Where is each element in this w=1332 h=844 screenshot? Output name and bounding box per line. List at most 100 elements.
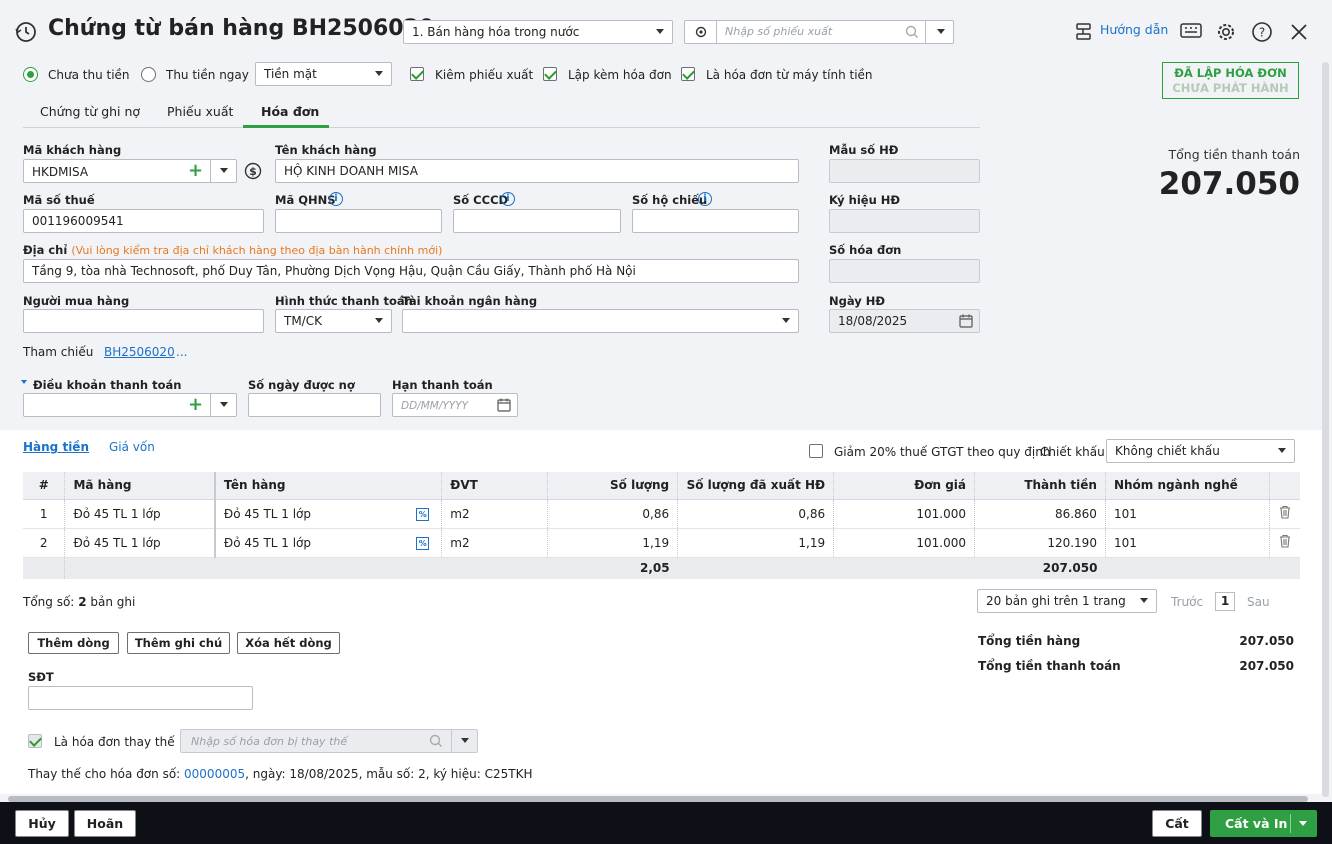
- total-amount: 207.050: [974, 557, 1106, 579]
- customer-code-field[interactable]: HKDMISA +: [23, 159, 237, 183]
- add-note-button[interactable]: Thêm ghi chú: [127, 632, 230, 654]
- chevron-down-icon: [375, 71, 383, 76]
- passport-field[interactable]: [632, 209, 799, 233]
- save-button[interactable]: Cất: [1152, 810, 1202, 837]
- chevron-down-icon[interactable]: [1299, 821, 1307, 826]
- tax-code-field[interactable]: 001196009541: [23, 209, 264, 233]
- due-date-field[interactable]: DD/MM/YYYY: [392, 393, 518, 417]
- prev-page[interactable]: Trước: [1171, 595, 1203, 609]
- percent-icon[interactable]: %: [416, 536, 430, 550]
- collapse-icon[interactable]: [21, 380, 27, 384]
- unpaid-radio[interactable]: [23, 67, 38, 82]
- terms-dropdown-button[interactable]: [210, 394, 236, 416]
- row-code[interactable]: Đỏ 45 TL 1 lớp: [64, 528, 216, 558]
- undo-button[interactable]: Hoãn: [74, 810, 136, 837]
- row-name-cell[interactable]: Đỏ 45 TL 1 lớp%: [214, 528, 443, 558]
- qhns-field[interactable]: [275, 209, 442, 233]
- cancel-button[interactable]: Hủy: [15, 810, 69, 837]
- add-term-icon[interactable]: +: [188, 395, 203, 415]
- row-qty[interactable]: 0,86: [547, 499, 679, 529]
- export-checkbox[interactable]: [410, 67, 424, 81]
- page-size-select[interactable]: 20 bản ghi trên 1 trang: [977, 589, 1157, 613]
- terms-label: Điều khoản thanh toán: [33, 378, 182, 392]
- tab-invoice[interactable]: Hóa đơn: [261, 104, 319, 119]
- close-icon[interactable]: [1289, 22, 1309, 45]
- terms-field[interactable]: +: [23, 393, 237, 417]
- tab-goods[interactable]: Hàng tiền: [23, 440, 89, 454]
- row-name-cell[interactable]: Đỏ 45 TL 1 lớp%: [214, 499, 443, 529]
- export-search-input[interactable]: Nhập số phiếu xuất: [725, 25, 832, 38]
- search-icon[interactable]: [905, 25, 919, 42]
- back-history-icon[interactable]: [14, 20, 38, 44]
- tab-debit-voucher[interactable]: Chứng từ ghi nợ: [40, 104, 140, 119]
- tab-export-slip[interactable]: Phiếu xuất: [167, 104, 233, 119]
- qhns-info-icon[interactable]: i: [329, 192, 343, 206]
- export-search-box[interactable]: Nhập số phiếu xuất: [684, 20, 954, 44]
- vertical-scrollbar[interactable]: [1322, 62, 1329, 797]
- save-print-dropdown[interactable]: [1290, 814, 1291, 833]
- pay-form-select[interactable]: TM/CK: [275, 309, 392, 333]
- paid-radio[interactable]: [141, 67, 156, 82]
- row-unit[interactable]: m2: [441, 528, 549, 558]
- row-amount[interactable]: 120.190: [974, 528, 1106, 558]
- cash-register-checkbox[interactable]: [681, 67, 695, 81]
- cccd-info-icon[interactable]: i: [501, 192, 515, 206]
- guide-link[interactable]: Hướng dẫn: [1100, 22, 1168, 37]
- cccd-field[interactable]: [453, 209, 621, 233]
- col-name: Tên hàng: [214, 472, 443, 500]
- row-unit[interactable]: m2: [441, 499, 549, 529]
- discount-select[interactable]: Không chiết khấu: [1106, 439, 1295, 463]
- row-price[interactable]: 101.000: [833, 528, 976, 558]
- row-group[interactable]: 101: [1105, 528, 1271, 558]
- row-group[interactable]: 101: [1105, 499, 1271, 529]
- row-qty-invoiced[interactable]: 0,86: [677, 499, 835, 529]
- table-row[interactable]: 2 Đỏ 45 TL 1 lớp Đỏ 45 TL 1 lớp% m2 1,19…: [23, 528, 1300, 558]
- replace-invoice-link[interactable]: 00000005: [184, 767, 245, 781]
- row-amount[interactable]: 86.860: [974, 499, 1106, 529]
- lines-table: # Mã hàng Tên hàng ĐVT Số lượng Số lượng…: [23, 472, 1300, 579]
- table-row[interactable]: 1 Đỏ 45 TL 1 lớp Đỏ 45 TL 1 lớp% m2 0,86…: [23, 499, 1300, 529]
- row-price[interactable]: 101.000: [833, 499, 976, 529]
- replace-info-prefix: Thay thế cho hóa đơn số:: [28, 767, 181, 781]
- trash-icon[interactable]: [1278, 505, 1292, 519]
- calendar-icon[interactable]: [497, 398, 511, 415]
- tab-cost[interactable]: Giá vốn: [109, 440, 155, 454]
- debt-dollar-icon[interactable]: $: [244, 162, 262, 183]
- help-icon[interactable]: ?: [1251, 21, 1273, 46]
- keyboard-icon[interactable]: [1180, 22, 1202, 43]
- reference-more[interactable]: ...: [176, 345, 187, 359]
- save-print-button[interactable]: Cất và In: [1210, 810, 1317, 837]
- buyer-field[interactable]: [23, 309, 264, 333]
- status-line1: ĐÃ LẬP HÓA ĐƠN: [1174, 66, 1287, 80]
- invoice-checkbox[interactable]: [543, 67, 557, 81]
- debt-days-field[interactable]: [248, 393, 381, 417]
- vat-reduce-checkbox[interactable]: [809, 444, 823, 458]
- phone-field[interactable]: [28, 686, 253, 710]
- settings-small-icon[interactable]: [685, 21, 717, 43]
- guide-icon[interactable]: [1074, 22, 1094, 45]
- gear-icon[interactable]: [1215, 21, 1237, 46]
- bank-account-select[interactable]: [402, 309, 799, 333]
- row-qty-invoiced[interactable]: 1,19: [677, 528, 835, 558]
- address-field[interactable]: Tầng 9, tòa nhà Technosoft, phố Duy Tân,…: [23, 259, 799, 283]
- payment-method-select[interactable]: Tiền mặt: [255, 62, 392, 86]
- customer-dropdown-button[interactable]: [210, 160, 236, 182]
- chevron-down-icon: [656, 29, 664, 34]
- voucher-type-value: 1. Bán hàng hóa trong nước: [412, 25, 580, 39]
- clear-rows-button[interactable]: Xóa hết dòng: [237, 632, 340, 654]
- next-page[interactable]: Sau: [1247, 595, 1270, 609]
- voucher-type-select[interactable]: 1. Bán hàng hóa trong nước: [403, 20, 673, 44]
- add-row-button[interactable]: Thêm dòng: [28, 632, 119, 654]
- row-qty[interactable]: 1,19: [547, 528, 679, 558]
- unpaid-label: Chưa thu tiền: [48, 68, 130, 82]
- add-customer-icon[interactable]: +: [188, 161, 203, 181]
- customer-name-field[interactable]: HỘ KINH DOANH MISA: [275, 159, 799, 183]
- trash-icon[interactable]: [1278, 534, 1292, 548]
- search-dropdown-button[interactable]: [925, 21, 953, 43]
- passport-info-icon[interactable]: i: [698, 192, 712, 206]
- page-number[interactable]: 1: [1215, 592, 1235, 611]
- reference-link[interactable]: BH2506020: [104, 345, 175, 359]
- payment-total-value: 207.050: [1239, 659, 1294, 673]
- row-code[interactable]: Đỏ 45 TL 1 lớp: [64, 499, 216, 529]
- percent-icon[interactable]: %: [416, 507, 430, 521]
